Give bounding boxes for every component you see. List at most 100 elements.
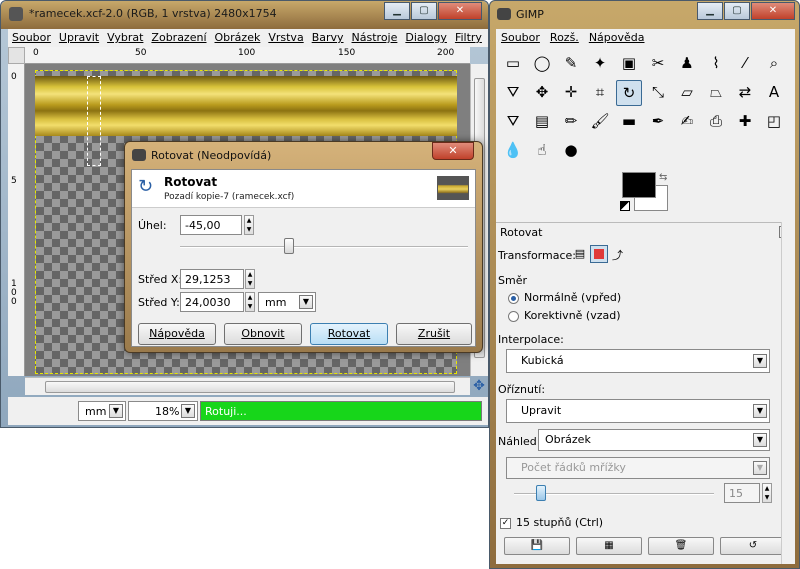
menu-extensions[interactable]: Rozš.: [545, 29, 584, 46]
measure-icon[interactable]: ⛛: [500, 80, 526, 106]
menu-tools[interactable]: Nástroje: [348, 29, 402, 44]
ruler-corner[interactable]: [8, 47, 25, 64]
grid-count-input[interactable]: 15: [724, 483, 760, 503]
angle-spin-buttons[interactable]: ▲ ▼: [244, 215, 254, 235]
menu-image[interactable]: Obrázek: [211, 29, 265, 44]
menu-file[interactable]: Soubor: [8, 29, 55, 44]
dodge-burn-icon[interactable]: ●: [558, 138, 584, 164]
horizontal-ruler[interactable]: 0 50 100 150 200: [25, 47, 470, 64]
scrollbar-thumb[interactable]: [45, 381, 455, 393]
angle-slider[interactable]: [180, 246, 468, 248]
transform-layer-icon[interactable]: ▤: [572, 247, 588, 263]
move-icon[interactable]: ✥: [529, 80, 555, 106]
transform-selection-icon[interactable]: [590, 245, 608, 263]
default-colors-icon[interactable]: [620, 201, 630, 211]
preview-label: Náhled:: [498, 435, 541, 448]
zoom-icon[interactable]: ⌕: [761, 51, 787, 77]
lasso-icon[interactable]: ✎: [558, 51, 584, 77]
grid-count-spin-buttons[interactable]: ▲ ▼: [762, 483, 772, 503]
vertical-ruler[interactable]: 0 5 1 0 0: [8, 64, 25, 376]
steps-label[interactable]: 15 stupňů (Ctrl): [516, 516, 603, 529]
help-button[interactable]: Nápověda: [138, 323, 216, 345]
center-y-spin-buttons[interactable]: ▲ ▼: [245, 292, 255, 312]
shear-icon[interactable]: ▱: [674, 80, 700, 106]
crop-icon[interactable]: ⌗: [587, 80, 613, 106]
align-icon[interactable]: ✛: [558, 80, 584, 106]
close-button[interactable]: ✕: [438, 2, 482, 20]
swap-colors-icon[interactable]: ⇆: [659, 172, 667, 183]
direction-corrective-label[interactable]: Korektivně (vzad): [524, 309, 621, 322]
save-options-button[interactable]: 💾: [504, 537, 570, 555]
transform-path-icon[interactable]: ⤴: [612, 247, 628, 263]
direction-normal-radio[interactable]: [508, 293, 519, 304]
smudge-icon[interactable]: ☝: [529, 138, 555, 164]
minimize-button[interactable]: ▁: [697, 2, 723, 20]
steps-checkbox[interactable]: ✓: [500, 518, 511, 529]
rotate-button[interactable]: Rotovat: [310, 323, 388, 345]
preview-dropdown[interactable]: Obrázek ▼: [538, 429, 770, 451]
maximize-button[interactable]: ▢: [411, 2, 437, 20]
delete-options-button[interactable]: 🗑: [648, 537, 714, 555]
center-x-input[interactable]: 29,1253: [180, 269, 244, 289]
interpolation-dropdown[interactable]: Kubická ▼: [506, 349, 770, 373]
navigate-icon[interactable]: ✥: [471, 378, 487, 394]
rotate-icon[interactable]: ↻: [616, 80, 642, 106]
center-unit-dropdown[interactable]: mm ▼: [258, 292, 316, 312]
maximize-button[interactable]: ▢: [724, 2, 750, 20]
menu-select[interactable]: Vybrat: [103, 29, 147, 44]
rect-select-icon[interactable]: ▭: [500, 51, 526, 77]
options-scrollbar[interactable]: [781, 222, 795, 564]
paintbrush-icon[interactable]: 🖌: [587, 109, 613, 135]
ink-icon[interactable]: ✍: [674, 109, 700, 135]
perspective-icon[interactable]: ⏢: [703, 80, 729, 106]
menu-file[interactable]: Soubor: [496, 29, 545, 46]
menu-help[interactable]: Nápověda: [584, 29, 650, 46]
perspective-clone-icon[interactable]: ◰: [761, 109, 787, 135]
airbrush-icon[interactable]: ✒: [645, 109, 671, 135]
image-window-titlebar[interactable]: *ramecek.xcf-2.0 (RGB, 1 vrstva) 2480x17…: [1, 1, 488, 29]
menu-edit[interactable]: Upravit: [55, 29, 103, 44]
menu-colors[interactable]: Barvy: [308, 29, 348, 44]
grid-type-dropdown[interactable]: Počet řádků mřížky ▼: [506, 457, 770, 479]
direction-normal-label[interactable]: Normálně (vpřed): [524, 291, 621, 304]
paths-icon[interactable]: ⌇: [703, 51, 729, 77]
menu-view[interactable]: Zobrazení: [147, 29, 210, 44]
center-y-input[interactable]: 24,0030: [180, 292, 244, 312]
scale-icon[interactable]: ⤡: [645, 80, 671, 106]
text-icon[interactable]: A: [761, 80, 787, 106]
minimize-button[interactable]: ▁: [384, 2, 410, 20]
bucket-fill-icon[interactable]: ⛛: [500, 109, 526, 135]
direction-corrective-radio[interactable]: [508, 311, 519, 322]
close-button[interactable]: ✕: [751, 2, 795, 20]
blur-icon[interactable]: 💧: [500, 138, 526, 164]
color-select-icon[interactable]: ▣: [616, 51, 642, 77]
menu-layer[interactable]: Vrstva: [264, 29, 307, 44]
horizontal-scrollbar[interactable]: [25, 377, 470, 395]
eraser-icon[interactable]: ▬: [616, 109, 642, 135]
clone-icon[interactable]: ⎙: [703, 109, 729, 135]
ellipse-select-icon[interactable]: ◯: [529, 51, 555, 77]
pencil-icon[interactable]: ✏: [558, 109, 584, 135]
blend-icon[interactable]: ▤: [529, 109, 555, 135]
angle-slider-knob[interactable]: [284, 238, 294, 254]
restore-options-button[interactable]: ▦: [576, 537, 642, 555]
reset-options-button[interactable]: ↺: [720, 537, 786, 555]
clipping-dropdown[interactable]: Upravit ▼: [506, 399, 770, 423]
angle-input[interactable]: -45,00: [180, 215, 242, 235]
color-picker-icon[interactable]: ⁄: [732, 51, 758, 77]
zoom-dropdown[interactable]: 18% ▼: [128, 401, 198, 421]
menu-dialogs[interactable]: Dialogy: [401, 29, 451, 44]
flip-icon[interactable]: ⇄: [732, 80, 758, 106]
heal-icon[interactable]: ✚: [732, 109, 758, 135]
foreground-color-swatch[interactable]: [622, 172, 656, 198]
foreground-select-icon[interactable]: ♟: [674, 51, 700, 77]
center-x-spin-buttons[interactable]: ▲ ▼: [245, 269, 255, 289]
fuzzy-select-icon[interactable]: ✦: [587, 51, 613, 77]
cancel-button[interactable]: Zrušit: [396, 323, 472, 345]
grid-count-slider-knob[interactable]: [536, 485, 546, 501]
dialog-close-button[interactable]: ✕: [432, 142, 474, 160]
reset-button[interactable]: Obnovit: [224, 323, 302, 345]
unit-dropdown[interactable]: mm ▼: [78, 401, 126, 421]
scissors-icon[interactable]: ✂: [645, 51, 671, 77]
menu-filters[interactable]: Filtry: [451, 29, 486, 44]
